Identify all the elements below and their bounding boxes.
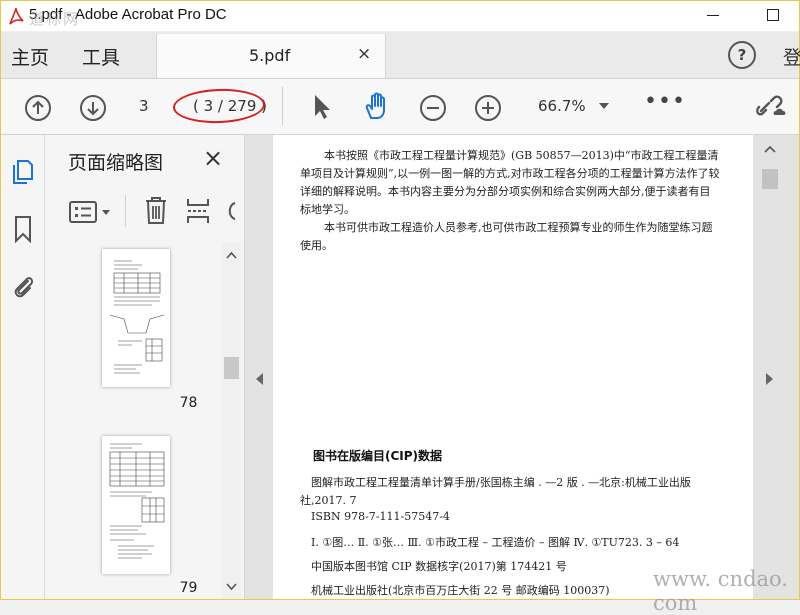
scroll-up-chevron-icon[interactable] — [226, 251, 237, 259]
thumbnail-page-79-content — [109, 443, 165, 559]
thumbnail-list: 78 79 — [45, 243, 221, 599]
page-thumbnails-icon[interactable] — [11, 157, 35, 185]
sign-in-button[interactable]: 登 — [783, 43, 800, 67]
menu-home[interactable]: 主页 — [11, 43, 49, 70]
panel-title: 页面缩略图 — [68, 152, 164, 174]
doc-scroll-up-chevron-icon[interactable] — [764, 145, 776, 153]
navigation-rail — [1, 135, 45, 599]
scrollbar-thumb[interactable] — [224, 357, 239, 379]
watermark-bottom-right: www. cndao. com — [653, 567, 788, 615]
select-cursor-icon[interactable] — [311, 92, 333, 122]
watermark-top-left: 道标网 — [29, 10, 81, 28]
next-page-icon[interactable] — [79, 94, 107, 122]
panel-toolbar — [45, 181, 244, 241]
zoom-in-icon[interactable] — [474, 94, 502, 122]
thumbnail-page-78-content — [109, 260, 165, 374]
pdf-page: 本书按照《市政工程工程量计算规范》(GB 50857—2013)中“市政工程工程… — [273, 135, 753, 599]
thumbnail-page-78[interactable]: 78 — [102, 249, 197, 411]
tab-close-button[interactable]: × — [357, 44, 371, 64]
scroll-down-chevron-icon[interactable] — [226, 583, 237, 591]
zoom-dropdown-chevron-icon[interactable] — [599, 103, 609, 109]
panel-divider — [125, 195, 126, 227]
panel-close-button[interactable]: × — [203, 144, 223, 172]
menu-tools[interactable]: 工具 — [82, 43, 120, 70]
cip-line: 社,2017. 7 — [300, 494, 357, 507]
cip-record-line: 中国版本图书馆 CIP 数据核字(2017)第 174421 号 — [311, 560, 567, 573]
toolbar: 3 ( 3 / 279 ) 66.7% ••• — [1, 79, 799, 135]
hand-tool-icon[interactable] — [362, 90, 394, 122]
thumbnail-label: 79 — [179, 580, 198, 596]
document-scrollbar-thumb[interactable] — [762, 169, 778, 189]
bookmarks-icon[interactable] — [13, 215, 33, 243]
classification-line: Ⅰ. ①图… Ⅱ. ①张… Ⅲ. ①市政工程 – 工程造价 – 图解 Ⅳ. ①T… — [311, 536, 680, 549]
document-scrollbar[interactable] — [759, 135, 781, 599]
thumbnail-page-79[interactable]: 79 — [102, 436, 197, 596]
previous-page-icon[interactable] — [24, 94, 52, 122]
collapse-panel-arrow-icon[interactable] — [256, 373, 264, 385]
help-button[interactable]: ? — [728, 41, 756, 69]
toolbar-divider — [282, 87, 283, 125]
rotate-page-icon[interactable] — [226, 197, 236, 225]
more-tools-icon[interactable]: ••• — [644, 89, 686, 114]
expand-right-pane-arrow-icon[interactable] — [765, 373, 773, 385]
attachments-icon[interactable] — [10, 271, 36, 301]
document-viewer: 本书按照《市政工程工程量计算规范》(GB 50857—2013)中“市政工程工程… — [245, 135, 799, 599]
publisher-line: 机械工业出版社(北京市百万庄大街 22 号 邮政编码 100037) — [311, 584, 610, 597]
cip-heading: 图书在版编目(CIP)数据 — [313, 449, 443, 463]
tab-label: 5.pdf — [249, 46, 291, 65]
thumbnail-label: 78 — [179, 395, 198, 411]
insert-page-icon[interactable] — [186, 197, 210, 225]
isbn-line: ISBN 978-7-111-57547-4 — [311, 510, 450, 523]
options-chevron-down-icon[interactable] — [102, 210, 110, 215]
share-link-icon[interactable] — [753, 91, 789, 121]
highlight-ellipse — [172, 87, 266, 125]
zoom-level[interactable]: 66.7% — [538, 97, 586, 115]
document-paragraph: 本书按照《市政工程工程量计算规范》(GB 50857—2013)中“市政工程工程… — [300, 149, 720, 216]
zoom-out-icon[interactable] — [419, 94, 447, 122]
thumbnail-scrollbar[interactable] — [222, 243, 241, 599]
acrobat-app-icon — [9, 7, 24, 25]
thumbnails-panel: 页面缩略图 × 78 79 — [45, 135, 245, 599]
delete-page-icon[interactable] — [143, 195, 169, 225]
page-number-input[interactable]: 3 — [139, 97, 149, 115]
maximize-button[interactable] — [747, 1, 793, 31]
thumbnail-options-icon[interactable] — [69, 201, 97, 223]
document-paragraph: 本书可供市政工程造价人员参考,也可供市政工程预算专业的师生作为随堂练习题使用。 — [300, 221, 713, 252]
tab-bar: 主页 工具 5.pdf × ? 登 — [1, 32, 800, 79]
cip-line: 图解市政工程工程量清单计算手册/张国栋主编 . —2 版 . —北京:机械工业出… — [311, 476, 691, 489]
minimize-button[interactable] — [687, 1, 733, 31]
tab-document[interactable]: 5.pdf × — [156, 34, 386, 78]
title-bar: 5.pdf - Adobe Acrobat Pro DC 道标网 — [1, 1, 799, 31]
